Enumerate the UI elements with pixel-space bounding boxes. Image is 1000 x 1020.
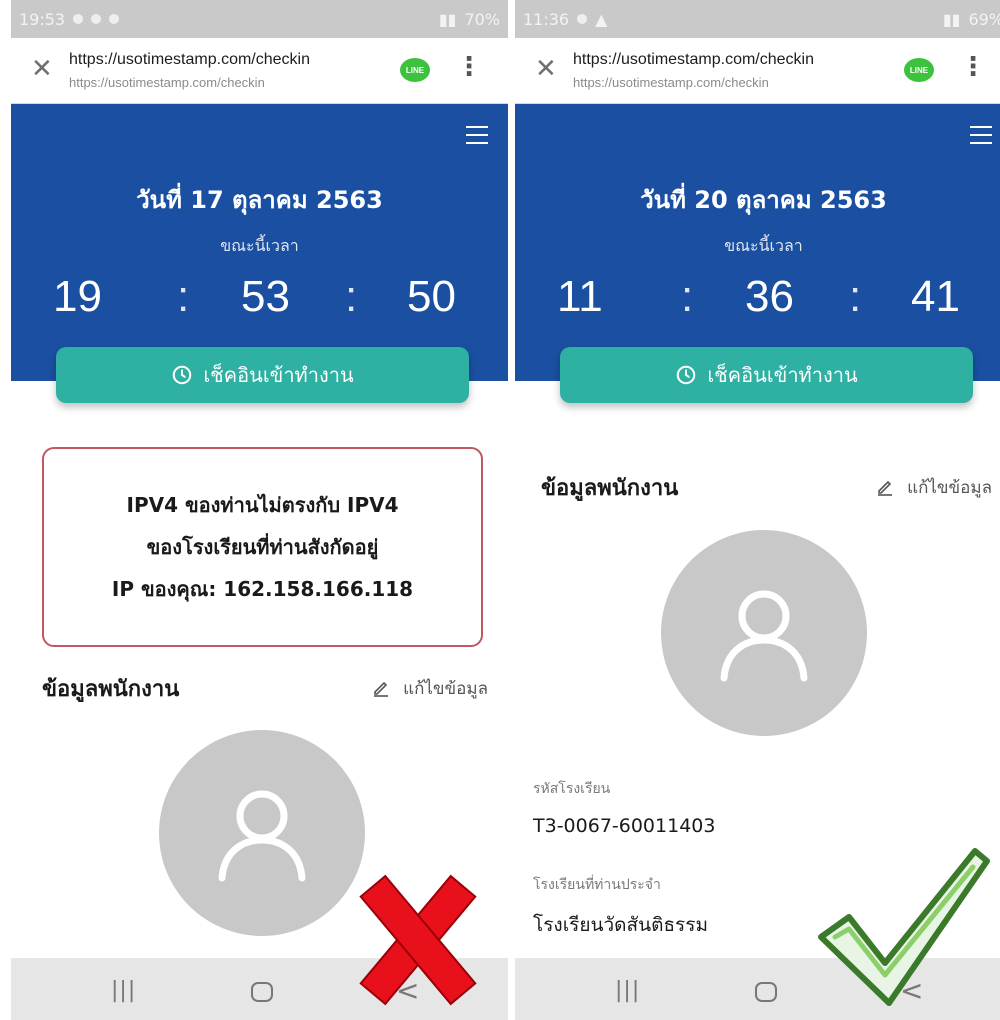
user-icon bbox=[720, 590, 808, 682]
clock-hour: 19 bbox=[53, 272, 102, 321]
avatar bbox=[661, 530, 867, 736]
hamburger-menu-icon[interactable] bbox=[970, 126, 992, 144]
signal-icon: ▮▮ bbox=[942, 9, 961, 29]
close-icon[interactable]: ✕ bbox=[535, 56, 557, 82]
avatar bbox=[159, 730, 365, 936]
user-icon bbox=[218, 790, 306, 882]
school-code-value: T3-0067-60011403 bbox=[533, 815, 716, 837]
page-url-subtitle: https://usotimestamp.com/checkin bbox=[69, 75, 265, 90]
close-icon[interactable]: ✕ bbox=[31, 56, 53, 82]
clock-icon bbox=[173, 365, 192, 385]
left-phone-screenshot: 19:53 ▮▮ 70% ✕ https://usotimestamp.com/… bbox=[11, 0, 508, 1020]
hamburger-menu-icon[interactable] bbox=[466, 126, 488, 144]
alert-line-1: IPV4 ของท่านไม่ตรงกับ IPV4 bbox=[126, 493, 399, 517]
clock-display: 19 : 53 : 50 bbox=[11, 272, 508, 328]
pencil-icon bbox=[878, 480, 893, 496]
pencil-icon bbox=[374, 681, 389, 697]
clock-hour: 11 bbox=[557, 272, 603, 321]
alert-line-2: ของโรงเรียนที่ท่านสังกัดอยู่ bbox=[146, 535, 379, 559]
browser-toolbar: ✕ https://usotimestamp.com/checkin https… bbox=[11, 38, 508, 104]
app-icon bbox=[109, 14, 120, 24]
warning-icon: ▲ bbox=[595, 9, 608, 29]
page-url[interactable]: https://usotimestamp.com/checkin bbox=[573, 51, 814, 69]
checkin-button[interactable]: เช็คอินเข้าทำงาน bbox=[56, 347, 469, 403]
more-options-icon[interactable]: ⋮ bbox=[960, 54, 986, 80]
clock-second: 41 bbox=[911, 272, 960, 321]
battery-level: 70% bbox=[464, 9, 500, 29]
browser-toolbar: ✕ https://usotimestamp.com/checkin https… bbox=[515, 38, 1000, 104]
checkin-button-label: เช็คอินเข้าทำงาน bbox=[203, 363, 354, 387]
ip-mismatch-alert: IPV4 ของท่านไม่ตรงกับ IPV4 ของโรงเรียนที… bbox=[42, 447, 483, 647]
status-time: 19:53 bbox=[19, 9, 66, 29]
page-url[interactable]: https://usotimestamp.com/checkin bbox=[69, 51, 310, 69]
status-bar: 11:36 ▲ ▮▮ 69% bbox=[515, 0, 1000, 38]
employee-section-header: ข้อมูลพนักงาน แก้ไขข้อมูล bbox=[42, 668, 488, 708]
notification-icon bbox=[73, 14, 84, 24]
line-app-icon[interactable]: LINE bbox=[904, 58, 934, 82]
battery-level: 69% bbox=[968, 9, 1000, 29]
edit-info-link[interactable]: แก้ไขข้อมูล bbox=[875, 474, 992, 501]
clock-separator: : bbox=[681, 272, 694, 321]
edit-info-label: แก้ไขข้อมูล bbox=[403, 678, 488, 699]
edit-info-link[interactable]: แก้ไขข้อมูล bbox=[371, 675, 488, 702]
clock-separator: : bbox=[849, 272, 862, 321]
page-url-subtitle: https://usotimestamp.com/checkin bbox=[573, 75, 769, 90]
school-name-label: โรงเรียนที่ท่านประจำ bbox=[533, 877, 661, 893]
signal-icon: ▮▮ bbox=[438, 9, 457, 29]
right-phone-screenshot: 11:36 ▲ ▮▮ 69% ✕ https://usotimestamp.co… bbox=[515, 0, 1000, 1020]
recents-button[interactable]: ||| bbox=[111, 978, 136, 1003]
status-bar: 19:53 ▮▮ 70% bbox=[11, 0, 508, 38]
time-header: วันที่ 17 ตุลาคม 2563 ขณะนี้เวลา 19 : 53… bbox=[11, 104, 508, 381]
clock-icon bbox=[677, 365, 696, 385]
green-check-icon bbox=[818, 848, 990, 1006]
clock-separator: : bbox=[345, 272, 358, 321]
time-header: วันที่ 20 ตุลาคม 2563 ขณะนี้เวลา 11 : 36… bbox=[515, 104, 1000, 381]
home-button[interactable] bbox=[755, 982, 777, 1002]
school-code-label: รหัสโรงเรียน bbox=[533, 781, 611, 797]
clock-minute: 36 bbox=[745, 272, 794, 321]
notification-icon bbox=[577, 14, 588, 24]
current-date: วันที่ 17 ตุลาคม 2563 bbox=[136, 186, 383, 214]
red-x-icon bbox=[359, 874, 477, 1006]
more-options-icon[interactable]: ⋮ bbox=[456, 54, 482, 80]
clock-display: 11 : 36 : 41 bbox=[515, 272, 1000, 328]
current-date: วันที่ 20 ตุลาคม 2563 bbox=[640, 186, 887, 214]
employee-info-title: ข้อมูลพนักงาน bbox=[42, 676, 180, 702]
clock-second: 50 bbox=[407, 272, 456, 321]
employee-section-header: ข้อมูลพนักงาน แก้ไขข้อมูล bbox=[541, 467, 992, 507]
alert-line-3: IP ของคุณ: 162.158.166.118 bbox=[111, 577, 414, 601]
recents-button[interactable]: ||| bbox=[615, 978, 640, 1003]
messenger-icon bbox=[91, 14, 102, 24]
edit-info-label: แก้ไขข้อมูล bbox=[907, 477, 992, 498]
checkin-button[interactable]: เช็คอินเข้าทำงาน bbox=[560, 347, 973, 403]
clock-separator: : bbox=[177, 272, 190, 321]
school-name-value: โรงเรียนวัดสันติธรรม bbox=[533, 914, 708, 936]
now-time-label: ขณะนี้เวลา bbox=[724, 236, 803, 255]
status-time: 11:36 bbox=[523, 9, 570, 29]
line-app-icon[interactable]: LINE bbox=[400, 58, 430, 82]
employee-info-title: ข้อมูลพนักงาน bbox=[541, 475, 679, 501]
checkin-button-label: เช็คอินเข้าทำงาน bbox=[707, 363, 858, 387]
home-button[interactable] bbox=[251, 982, 273, 1002]
now-time-label: ขณะนี้เวลา bbox=[220, 236, 299, 255]
clock-minute: 53 bbox=[241, 272, 290, 321]
